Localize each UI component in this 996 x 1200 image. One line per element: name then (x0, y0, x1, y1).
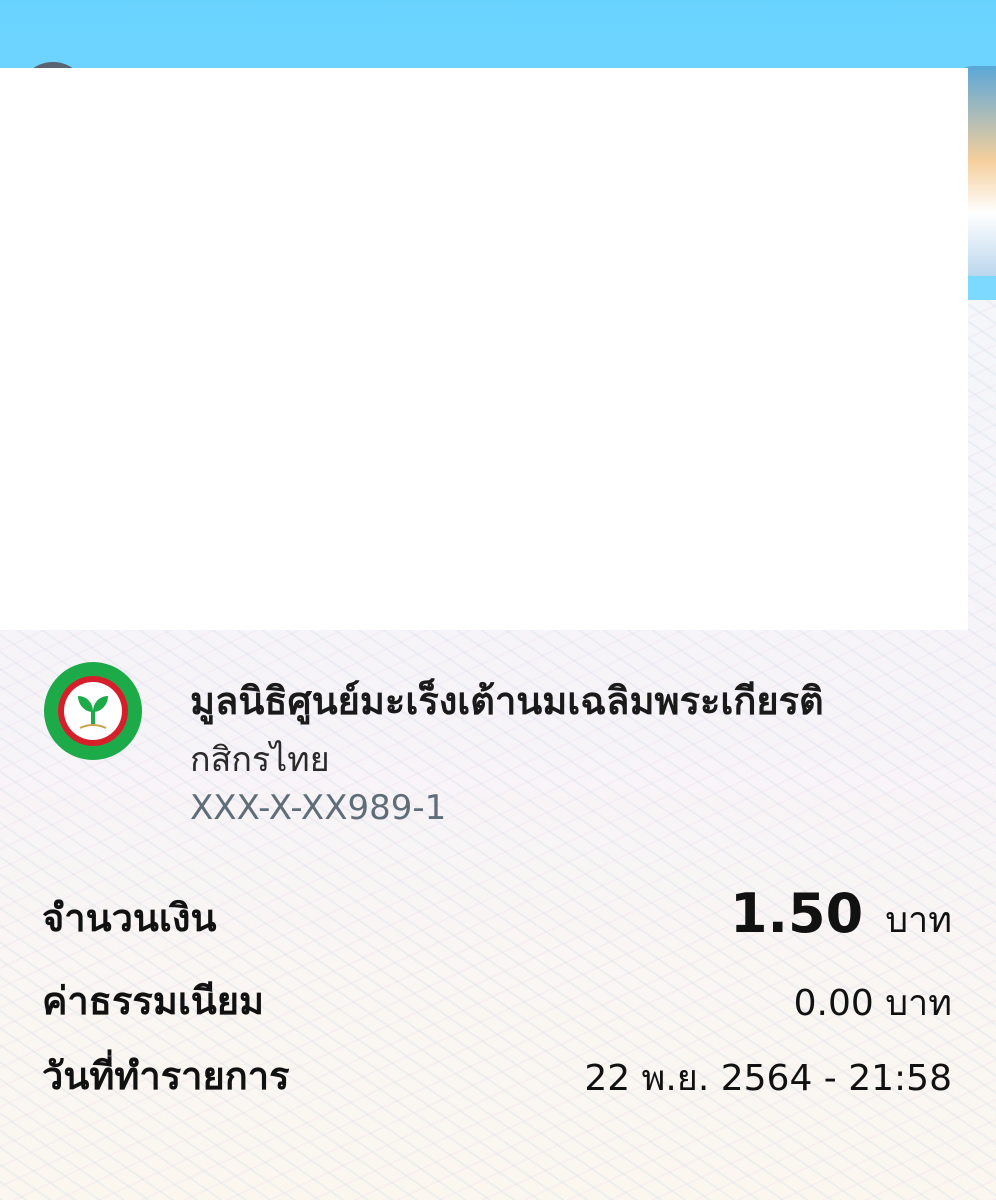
amount-unit: บาท (885, 900, 952, 941)
fee-label: ค่าธรรมเนียม (42, 979, 265, 1023)
recipient-name: มูลนิธิศูนย์มะเร็งเต้านมเฉลิมพระเกียรติ (190, 679, 824, 723)
amount-label: จำนวนเงิน (42, 896, 217, 940)
leaf-icon (78, 696, 108, 729)
amount-value-group: 1.50 บาท (730, 882, 952, 948)
bank-name: กสิกรไทย (190, 740, 330, 780)
content-panel (0, 68, 968, 630)
date-row: วันที่ทำรายการ 22 พ.ย. 2564 - 21:58 (42, 1050, 952, 1110)
account-number: XXX-X-XX989-1 (190, 788, 447, 828)
amount-row: จำนวนเงิน 1.50 บาท (42, 882, 952, 952)
fee-row: ค่าธรรมเนียม 0.00 บาท (42, 975, 952, 1035)
date-label: วันที่ทำรายการ (42, 1054, 290, 1098)
fee-value: 0.00 บาท (793, 983, 952, 1024)
date-value: 22 พ.ย. 2564 - 21:58 (584, 1058, 952, 1099)
recipient-section: มูลนิธิศูนย์มะเร็งเต้านมเฉลิมพระเกียรติ … (44, 660, 964, 840)
transfer-slip-screen: มูลนิธิศูนย์มะเร็งเต้านมเฉลิมพระเกียรติ … (0, 0, 996, 1200)
kasikorn-bank-logo-icon (44, 662, 142, 760)
amount-value: 1.50 (729, 882, 864, 945)
